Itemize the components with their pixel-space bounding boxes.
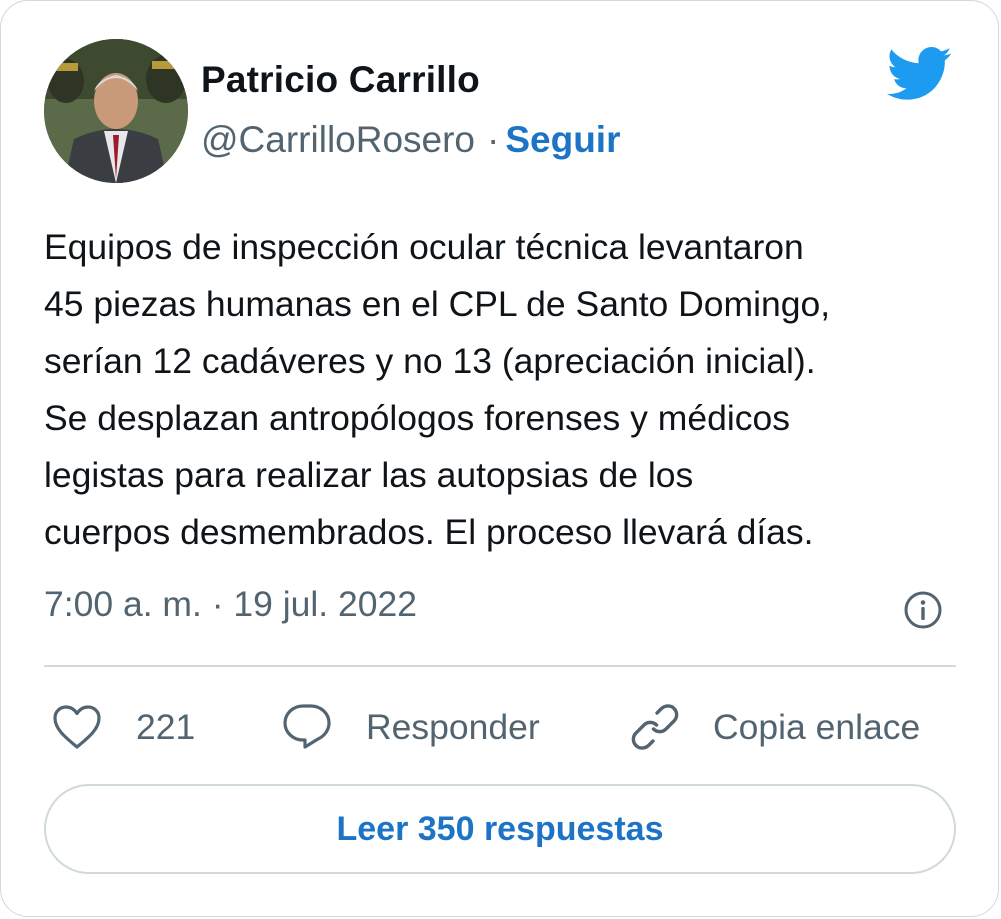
author-name[interactable]: Patricio Carrillo xyxy=(201,59,480,101)
tweet-line: legistas para realizar las autopsias de … xyxy=(44,455,694,495)
twitter-bird-icon[interactable] xyxy=(886,47,953,101)
tweet-card: Patricio Carrillo @CarrilloRosero · Seguir… xyxy=(0,0,999,917)
tweet-line: Equipos de inspección ocular técnica lev… xyxy=(44,227,804,267)
link-icon xyxy=(631,704,679,750)
read-replies-button[interactable]: Leer 350 respuestas xyxy=(44,784,956,874)
author-handle-row: @CarrilloRosero · Seguir xyxy=(201,119,620,161)
copy-link-button[interactable]: Copia enlace xyxy=(628,697,920,757)
separator-dot: · xyxy=(487,119,500,160)
tweet-line: 45 piezas humanas en el CPL de Santo Dom… xyxy=(44,284,831,324)
tweet-line: serían 12 cadáveres y no 13 (apreciación… xyxy=(44,341,816,381)
info-icon[interactable] xyxy=(903,590,943,630)
tweet-timestamp[interactable]: 7:00 a. m. · 19 jul. 2022 xyxy=(44,584,417,625)
speech-bubble-icon xyxy=(283,704,331,749)
tweet-line: cuerpos desmembrados. El proceso llevará… xyxy=(44,512,814,552)
like-count: 221 xyxy=(136,706,196,747)
divider xyxy=(44,665,956,667)
reply-button[interactable]: Responder xyxy=(281,697,540,757)
avatar[interactable] xyxy=(44,39,188,183)
author-handle[interactable]: @CarrilloRosero xyxy=(201,119,475,160)
follow-button[interactable]: Seguir xyxy=(505,119,620,160)
heart-icon xyxy=(53,705,101,749)
reply-label: Responder xyxy=(366,706,540,747)
tweet-text: Equipos de inspección ocular técnica lev… xyxy=(44,219,974,561)
read-replies-label: Leer 350 respuestas xyxy=(336,809,664,848)
tweet-line: Se desplazan antropólogos forenses y méd… xyxy=(44,398,790,438)
copy-link-label: Copia enlace xyxy=(713,706,921,747)
like-button[interactable]: 221 xyxy=(51,697,195,757)
